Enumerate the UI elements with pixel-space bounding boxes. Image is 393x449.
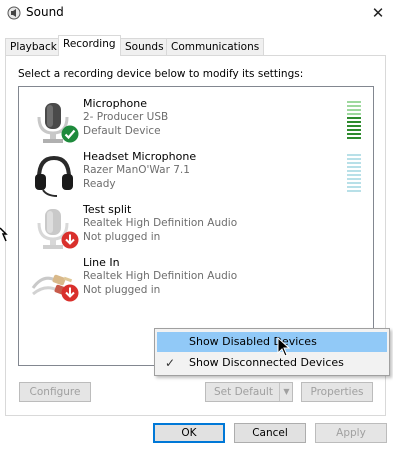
device-list: Microphone 2- Producer USB Default Devic… xyxy=(18,86,374,366)
tab-communications[interactable]: Communications xyxy=(166,38,265,55)
speaker-app-icon xyxy=(7,6,21,20)
apply-button[interactable]: Apply xyxy=(315,423,387,443)
device-status: Default Device xyxy=(83,125,161,137)
device-name: Test split xyxy=(83,203,132,216)
menu-item-label: Show Disconnected Devices xyxy=(189,356,344,369)
device-status: Not plugged in xyxy=(83,231,161,243)
mouse-pointer-icon xyxy=(0,227,8,242)
device-description: Realtek High Definition Audio xyxy=(83,270,238,282)
context-menu: Show Disabled Devices ✓ Show Disconnecte… xyxy=(154,328,390,376)
menu-item-label: Show Disabled Devices xyxy=(189,335,317,348)
set-default-label: Set Default xyxy=(214,386,273,398)
level-meter xyxy=(347,101,361,141)
tab-playback[interactable]: Playback xyxy=(5,38,62,55)
instruction-text: Select a recording device below to modif… xyxy=(18,68,304,80)
title-bar: Sound ✕ xyxy=(0,0,393,28)
menu-item-show-disconnected-devices[interactable]: ✓ Show Disconnected Devices xyxy=(157,353,387,373)
level-meter xyxy=(347,154,361,194)
chevron-down-icon: ▼ xyxy=(283,387,290,396)
device-item-line-in[interactable]: Line In Realtek High Definition Audio No… xyxy=(19,256,373,309)
window-title: Sound xyxy=(26,5,64,19)
mouse-pointer-icon xyxy=(277,337,291,357)
device-item-microphone[interactable]: Microphone 2- Producer USB Default Devic… xyxy=(19,97,373,150)
cancel-button[interactable]: Cancel xyxy=(234,423,306,443)
configure-button[interactable]: Configure xyxy=(19,382,91,402)
checkmark-icon: ✓ xyxy=(165,356,176,370)
tab-recording[interactable]: Recording xyxy=(58,35,121,56)
set-default-button[interactable]: Set Default ▼ xyxy=(205,382,293,402)
device-name: Microphone xyxy=(83,97,148,110)
set-default-dropdown[interactable]: ▼ xyxy=(279,383,293,401)
close-button[interactable]: ✕ xyxy=(366,2,390,24)
not-plugged-in-arrow-icon xyxy=(61,231,79,249)
device-status: Ready xyxy=(83,178,116,190)
headset-icon xyxy=(35,155,73,197)
device-name: Headset Microphone xyxy=(83,150,197,163)
device-item-test-split[interactable]: Test split Realtek High Definition Audio… xyxy=(19,203,373,256)
device-status: Not plugged in xyxy=(83,284,161,296)
device-description: 2- Producer USB xyxy=(83,111,169,123)
menu-item-show-disabled-devices[interactable]: Show Disabled Devices xyxy=(157,332,387,352)
tab-sounds[interactable]: Sounds xyxy=(120,38,169,55)
device-name: Line In xyxy=(83,256,120,269)
properties-button[interactable]: Properties xyxy=(301,382,373,402)
device-description: Realtek High Definition Audio xyxy=(83,217,238,229)
default-device-check-icon xyxy=(61,125,79,143)
device-description: Razer ManO'War 7.1 xyxy=(83,164,190,176)
ok-button[interactable]: OK xyxy=(153,423,225,443)
not-plugged-in-arrow-icon xyxy=(61,284,79,302)
device-item-headset-microphone[interactable]: Headset Microphone Razer ManO'War 7.1 Re… xyxy=(19,150,373,203)
